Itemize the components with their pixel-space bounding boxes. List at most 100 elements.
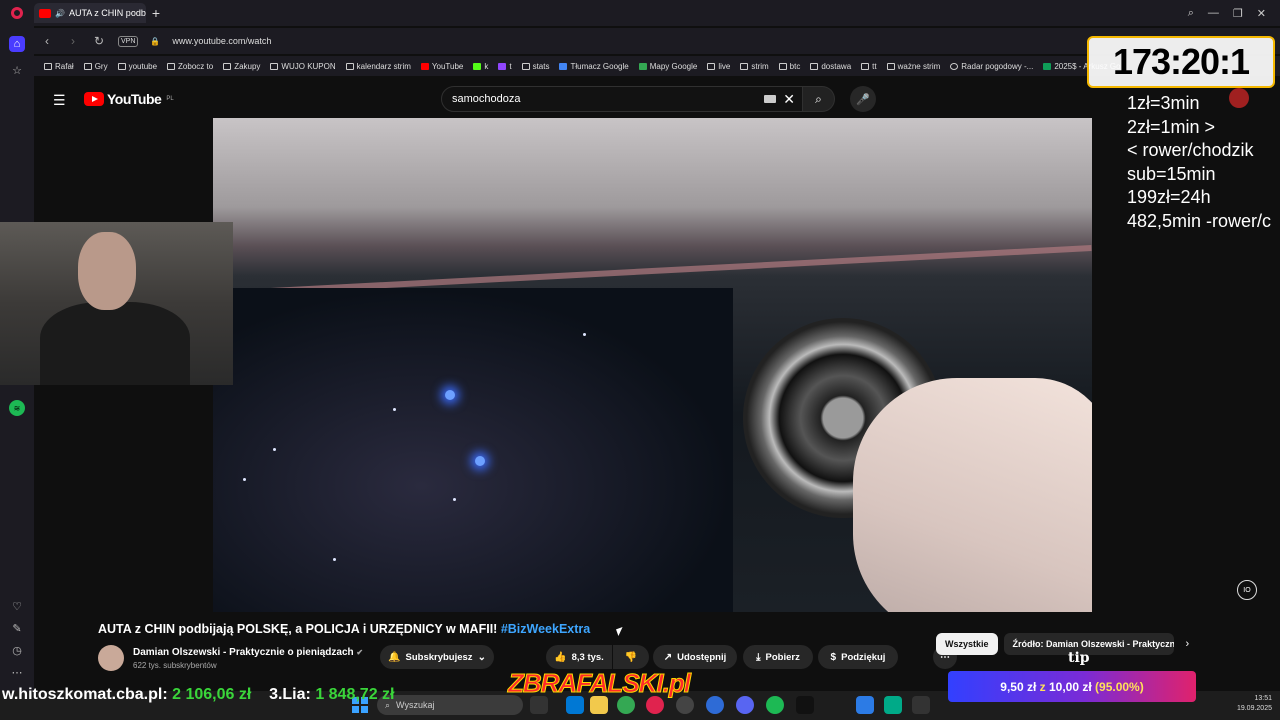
thumbs-up-icon: 👍 [554, 651, 567, 663]
youtube-logo[interactable]: YouTube PL [84, 91, 174, 107]
menu-icon[interactable]: ☰ [53, 92, 66, 109]
discord-icon[interactable] [736, 696, 754, 714]
subathon-timer: 173:20:1 [1087, 36, 1275, 88]
bookmark-item[interactable]: Rafał [44, 62, 74, 71]
bookmark-item[interactable]: Radar pogodowy -... [950, 62, 1033, 71]
bookmark-item[interactable]: Mapy Google [638, 62, 697, 71]
bookmark-item[interactable]: k [473, 62, 488, 71]
thumbs-down-icon: 👎 [624, 651, 638, 663]
channel-watermark-icon[interactable]: IO [1237, 580, 1257, 600]
video-title: AUTA z CHIN podbijają POLSKĘ, a POLICJA … [98, 622, 591, 636]
thanks-icon: $ [830, 651, 837, 663]
keyboard-icon[interactable] [764, 95, 776, 103]
vpn-badge[interactable]: VPN [118, 35, 139, 47]
opera-logo-icon[interactable] [0, 0, 34, 26]
bookmark-item[interactable]: dostawa [810, 62, 851, 71]
app-icon[interactable] [856, 696, 874, 714]
history-icon[interactable]: ◷ [9, 642, 25, 658]
browser-tab-bar: 🔊 AUTA z CHIN podbija + ⌕ — ❐ ✕ [0, 0, 1280, 26]
share-button[interactable]: ↗ Udostępnij [653, 645, 737, 669]
bookmark-item[interactable]: Tłumacz Google [559, 62, 629, 71]
subscriber-count: 622 tys. subskrybentów [133, 661, 217, 670]
donation-goal-bar: 9,50 zł z 10,00 zł (95.00%) [948, 671, 1196, 702]
tab-active[interactable]: 🔊 AUTA z CHIN podbija [34, 3, 146, 23]
new-tab-button[interactable]: + [146, 5, 166, 21]
recommendation-chips: Wszystkie Źródło: Damian Olszewski - Pra… [936, 633, 1189, 655]
channel-avatar[interactable] [98, 645, 124, 671]
timer-rates: 1zł=3min 2zł=1min > < rower/chodzik sub=… [1127, 92, 1280, 233]
voice-search-button[interactable]: 🎤 [850, 86, 876, 112]
person-body [40, 302, 190, 385]
bookmark-item[interactable]: WUJO KUPON [270, 62, 336, 71]
download-button[interactable]: ⤓ Pobierz [743, 645, 813, 669]
search-input[interactable]: samochodoza ✕ [441, 86, 803, 112]
bookmark-item[interactable]: strim [740, 62, 769, 71]
taskbar-clock[interactable]: 13:51 19.09.2025 [1228, 694, 1272, 714]
edit-icon[interactable]: ✎ [9, 620, 25, 636]
bookmark-item[interactable]: Zakupy [223, 62, 260, 71]
close-icon[interactable]: ✕ [1257, 7, 1266, 20]
video-player[interactable] [213, 118, 1092, 612]
chevron-right-icon[interactable]: › [1186, 638, 1190, 650]
app-icon[interactable] [884, 696, 902, 714]
bookmark-item[interactable]: tt [861, 62, 877, 71]
home-icon[interactable]: ⌂ [9, 36, 25, 52]
bookmark-item[interactable]: youtube [117, 62, 157, 71]
bookmark-item[interactable]: Zobocz to [167, 62, 213, 71]
subscribe-button[interactable]: 🔔 Subskrybujesz ⌄ [380, 645, 494, 669]
heart-icon[interactable]: ♡ [9, 598, 25, 614]
like-button[interactable]: 👍 8,3 tys. [546, 645, 612, 669]
app-icon[interactable] [706, 696, 724, 714]
bookmark-item[interactable]: stats [521, 62, 549, 71]
blue-glow [475, 456, 485, 466]
search-button[interactable]: ⌕ [803, 86, 835, 112]
forward-icon[interactable]: › [66, 34, 80, 48]
rate-line: sub=15min [1127, 163, 1216, 184]
speaker-icon: 🔊 [55, 8, 65, 18]
hand [853, 378, 1092, 612]
minimize-icon[interactable]: — [1208, 7, 1219, 20]
url-field[interactable]: www.youtube.com/watch [172, 36, 271, 46]
back-icon[interactable]: ‹ [40, 34, 54, 48]
pin-icon[interactable]: ☆ [9, 62, 25, 78]
star-sparkle [453, 498, 456, 501]
microphone-icon: 🎤 [856, 93, 870, 106]
reload-icon[interactable]: ↻ [92, 34, 106, 48]
star-sparkle [393, 408, 396, 411]
maximize-icon[interactable]: ❐ [1233, 7, 1243, 20]
taskbar-search-input[interactable]: ⌕ Wyszukaj [377, 695, 523, 715]
rate-line: 1zł=3min [1127, 93, 1200, 113]
bookmark-item[interactable]: t [498, 62, 512, 71]
webcam-overlay [0, 222, 233, 385]
rate-line: 482,5min -rower/c [1127, 210, 1272, 231]
search-tabs-icon[interactable]: ⌕ [1188, 7, 1194, 20]
tip-logo: tip [1068, 650, 1090, 666]
bookmark-item[interactable]: live [707, 62, 730, 71]
star-sparkle [273, 448, 276, 451]
bookmark-item[interactable]: ważne strim [886, 62, 940, 71]
verified-icon: ✔ [356, 648, 364, 657]
hashtag-link[interactable]: #BizWeekExtra [501, 622, 590, 636]
channel-name[interactable]: Damian Olszewski - Praktycznie o pieniąd… [133, 647, 363, 658]
app-icon[interactable] [912, 696, 930, 714]
search-icon: ⌕ [815, 91, 822, 106]
download-icon: ⤓ [756, 651, 761, 663]
clear-search-icon[interactable]: ✕ [783, 91, 795, 108]
dislike-button[interactable]: 👎 [613, 645, 649, 669]
blue-glow [445, 390, 455, 400]
star-sparkle [243, 478, 246, 481]
more-icon[interactable]: ⋯ [9, 664, 25, 680]
tab-title: AUTA z CHIN podbija [68, 8, 146, 18]
bookmark-item[interactable]: btc [778, 62, 800, 71]
youtube-favicon-icon [39, 8, 51, 18]
bookmark-item[interactable]: kalendarz strim [345, 62, 411, 71]
spotify-taskbar-icon[interactable] [766, 696, 784, 714]
person-face [78, 232, 136, 310]
bookmark-item[interactable]: YouTube [420, 62, 463, 71]
spotify-icon[interactable]: ≋ [9, 400, 25, 416]
chip-all[interactable]: Wszystkie [936, 633, 998, 655]
star-sparkle [583, 333, 586, 336]
bookmark-item[interactable]: Gry [83, 62, 108, 71]
thanks-button[interactable]: $ Podziękuj [818, 645, 898, 669]
app-icon[interactable] [796, 696, 814, 714]
